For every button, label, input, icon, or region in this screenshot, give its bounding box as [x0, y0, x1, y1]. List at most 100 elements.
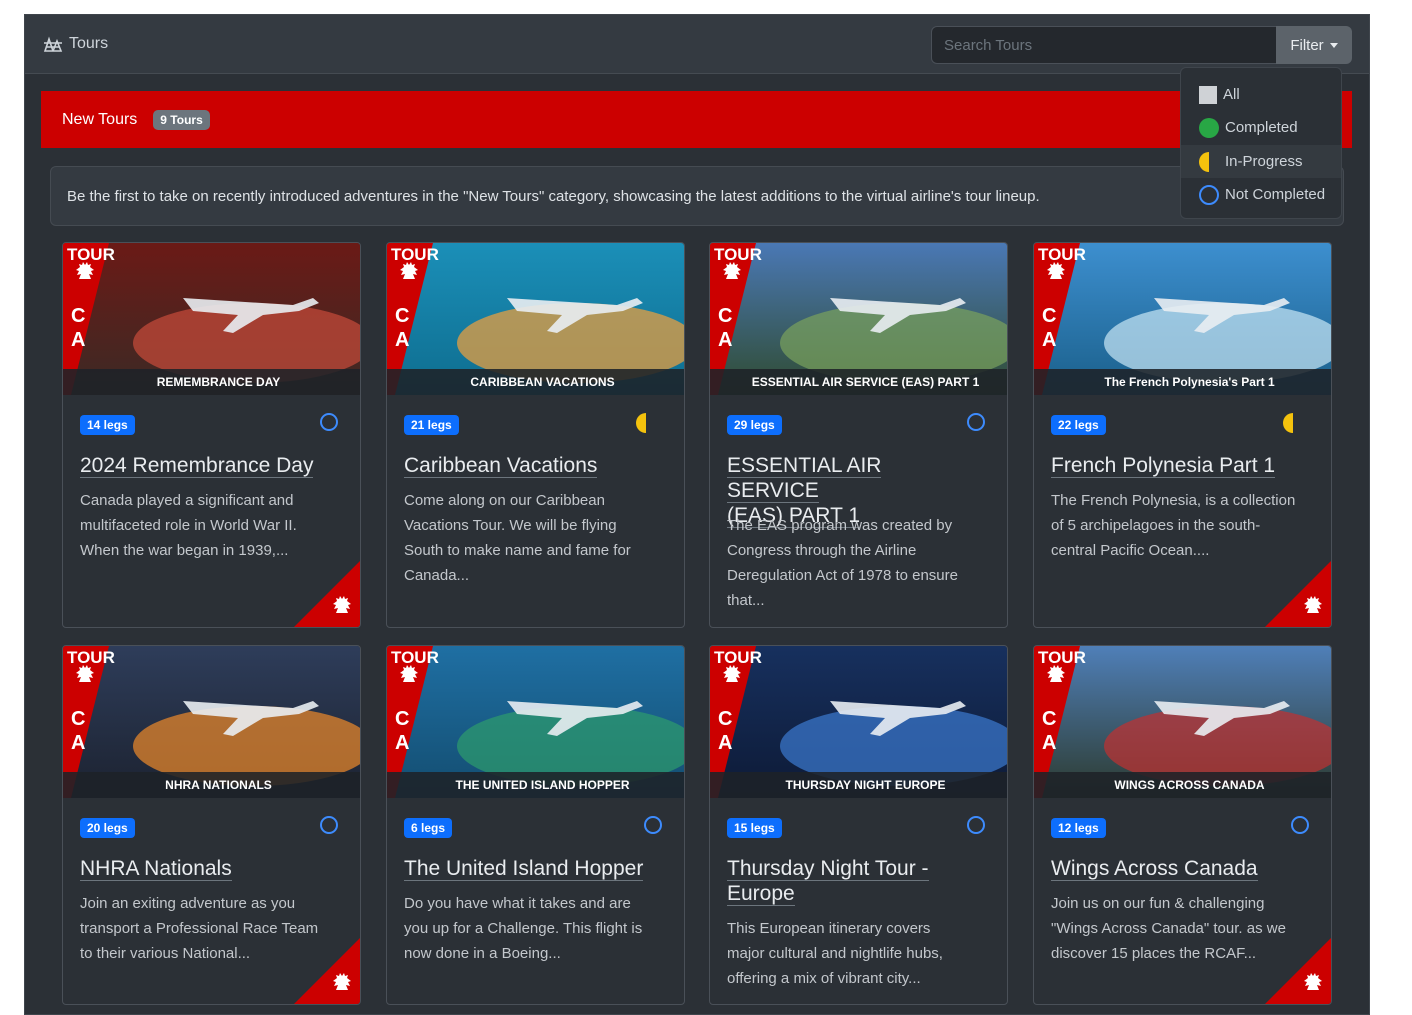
tour-title-text: The United Island Hopper [404, 857, 644, 881]
filter-option-not-completed[interactable]: Not Completed [1181, 178, 1341, 211]
country-letter: A [1042, 732, 1057, 754]
legs-badge: 29 legs [727, 415, 782, 435]
tour-title[interactable]: NHRA Nationals [80, 856, 330, 881]
tour-image-caption: NHRA NATIONALS [63, 772, 360, 798]
tour-description-line: of 5 archipelagoes in the south- [1051, 517, 1261, 534]
filter-option-completed[interactable]: Completed [1181, 111, 1341, 144]
filter-button[interactable]: Filter [1276, 26, 1352, 64]
tour-description-line: South to make name and fame for [404, 542, 631, 559]
country-letter: C [395, 708, 410, 730]
maple-leaf-corner-icon [1265, 938, 1331, 1004]
category-description-text: Be the first to take on recently introdu… [67, 187, 1040, 205]
tour-image-caption: CARIBBEAN VACATIONS [387, 369, 684, 395]
not-completed-icon [1291, 816, 1309, 834]
tours-icon [43, 36, 63, 52]
country-letter: C [718, 708, 733, 730]
filter-option-all[interactable]: All [1181, 78, 1341, 111]
tour-title-text: NHRA Nationals [80, 857, 232, 881]
tour-title[interactable]: Wings Across Canada [1051, 856, 1301, 881]
tour-label: TOUR [1038, 648, 1086, 667]
search-input[interactable] [931, 26, 1277, 64]
tour-description-line: Deregulation Act of 1978 to ensure [727, 567, 958, 584]
tour-count-badge: 9 Tours [153, 109, 210, 130]
legs-badge: 12 legs [1051, 818, 1106, 838]
tour-image[interactable]: TOUR C A CARIBBEAN VACATIONS [387, 243, 684, 395]
country-letter: A [71, 329, 86, 351]
maple-leaf-corner-icon [294, 938, 360, 1004]
not-completed-icon [967, 413, 985, 431]
country-letter: A [395, 329, 410, 351]
tour-card[interactable]: TOUR C A CARIBBEAN VACATIONS 21 legs Car… [386, 242, 685, 628]
tour-image-caption: REMEMBRANCE DAY [63, 369, 360, 395]
tour-description-line: major cultural and nightlife hubs, [727, 945, 943, 962]
legs-badge: 22 legs [1051, 415, 1106, 435]
tour-title-text: French Polynesia Part 1 [1051, 454, 1276, 478]
tour-card[interactable]: TOUR C A The French Polynesia's Part 1 2… [1033, 242, 1332, 628]
tour-title-text: Wings Across Canada [1051, 857, 1258, 881]
tour-description: Canada played a significant and multiface… [80, 488, 342, 563]
tour-description-line: Do you have what it takes and are [404, 895, 631, 912]
tour-description: This European itinerary covers major cult… [727, 916, 989, 991]
filter-option-label: Completed [1225, 119, 1298, 136]
tour-image[interactable]: TOUR C A NHRA NATIONALS [63, 646, 360, 798]
tour-image[interactable]: TOUR C A THE UNITED ISLAND HOPPER [387, 646, 684, 798]
tour-title[interactable]: Caribbean Vacations [404, 453, 654, 478]
maple-leaf-corner-icon [1265, 561, 1331, 627]
tour-card[interactable]: TOUR C A ESSENTIAL AIR SERVICE (EAS) PAR… [709, 242, 1008, 628]
tour-image[interactable]: TOUR C A ESSENTIAL AIR SERVICE (EAS) PAR… [710, 243, 1007, 395]
tour-description: Come along on our Caribbean Vacations Tou… [404, 488, 666, 588]
category-title: New Tours [62, 110, 138, 128]
tour-title-line: Europe [727, 882, 795, 906]
tour-title[interactable]: The United Island Hopper [404, 856, 654, 881]
tour-label: TOUR [391, 245, 439, 264]
tour-label: TOUR [1038, 245, 1086, 264]
tour-label: TOUR [67, 648, 115, 667]
tour-card[interactable]: TOUR C A THE UNITED ISLAND HOPPER 6 legs… [386, 645, 685, 1005]
tour-description-line: The French Polynesia, is a collection [1051, 492, 1296, 509]
tour-label: TOUR [67, 245, 115, 264]
legs-badge: 14 legs [80, 415, 135, 435]
tour-card[interactable]: TOUR C A THURSDAY NIGHT EUROPE 15 legs T… [709, 645, 1008, 1005]
country-letter: A [1042, 329, 1057, 351]
tour-description-line: When the war began in 1939,... [80, 542, 289, 559]
legs-badge: 20 legs [80, 818, 135, 838]
tour-description-line: offering a mix of vibrant city... [727, 970, 921, 987]
country-letter: C [71, 305, 86, 327]
in-progress-icon [636, 413, 656, 433]
category-description: Be the first to take on recently introdu… [50, 166, 1344, 226]
tour-title[interactable]: French Polynesia Part 1 [1051, 453, 1301, 478]
tour-card[interactable]: TOUR C A WINGS ACROSS CANADA 12 legs Win… [1033, 645, 1332, 1005]
tour-description: The French Polynesia, is a collection of … [1051, 488, 1313, 563]
country-letter: A [395, 732, 410, 754]
tour-description-line: Canada played a significant and [80, 492, 294, 509]
tour-description-line: Canada... [404, 567, 470, 584]
country-letter: A [718, 329, 733, 351]
tour-image[interactable]: TOUR C A THURSDAY NIGHT EUROPE [710, 646, 1007, 798]
caret-down-icon [1329, 42, 1338, 48]
country-letter: A [718, 732, 733, 754]
tour-description-line: central Pacific Ocean.... [1051, 542, 1210, 559]
tour-image[interactable]: TOUR C A The French Polynesia's Part 1 [1034, 243, 1331, 395]
brand[interactable]: Tours [43, 35, 108, 53]
tour-card[interactable]: TOUR C A NHRA NATIONALS 20 legs NHRA Nat… [62, 645, 361, 1005]
filter-option-in-progress[interactable]: In-Progress [1181, 145, 1341, 178]
page-margin [1370, 14, 1412, 1015]
legs-badge: 6 legs [404, 818, 453, 838]
tour-description-line: that... [727, 592, 765, 609]
filter-option-label: In-Progress [1225, 153, 1303, 170]
tour-image[interactable]: TOUR C A WINGS ACROSS CANADA [1034, 646, 1331, 798]
tour-title[interactable]: Thursday Night Tour - Europe [727, 856, 977, 906]
tour-title-line: Thursday Night Tour - [727, 857, 929, 881]
green-dot-icon [1199, 117, 1219, 138]
legs-badge: 21 legs [404, 415, 459, 435]
ring-icon [1199, 184, 1219, 205]
tour-title[interactable]: 2024 Remembrance Day [80, 453, 330, 478]
tour-image[interactable]: TOUR C A REMEMBRANCE DAY [63, 243, 360, 395]
category-banner[interactable]: New Tours 9 Tours [41, 91, 1352, 148]
country-letter: C [395, 305, 410, 327]
tour-image-caption: THE UNITED ISLAND HOPPER [387, 772, 684, 798]
tour-image-caption: WINGS ACROSS CANADA [1034, 772, 1331, 798]
tour-description-line: multifaceted role in World War II. [80, 517, 297, 534]
tour-card[interactable]: TOUR C A REMEMBRANCE DAY 14 legs 2024 Re… [62, 242, 361, 628]
country-letter: A [71, 732, 86, 754]
